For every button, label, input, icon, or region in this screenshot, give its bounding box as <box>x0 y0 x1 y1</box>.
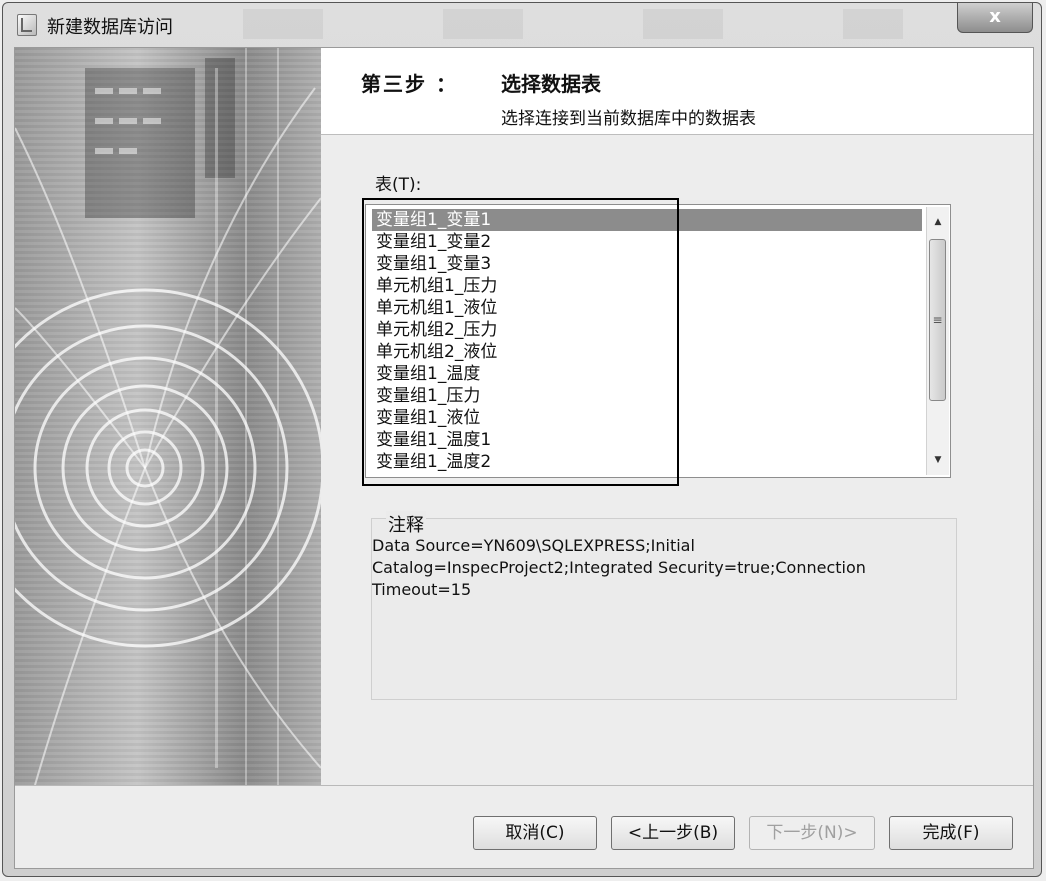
dialog-window: 新建数据库访问 x 第三步 ： 选择数据表 选择连接到当前数据库中的数据表 表(… <box>2 2 1042 877</box>
title-bar-background <box>203 9 903 39</box>
scroll-thumb[interactable]: ≡ <box>929 239 946 401</box>
step-title: 选择数据表 <box>501 72 601 96</box>
close-button[interactable]: x <box>957 3 1033 33</box>
finish-button[interactable]: 完成(F) <box>889 816 1013 850</box>
cancel-button[interactable]: 取消(C) <box>473 816 597 850</box>
title-bar[interactable]: 新建数据库访问 x <box>3 3 1041 47</box>
next-button[interactable]: 下一步(N)> <box>749 816 875 850</box>
wizard-banner-image <box>15 48 321 785</box>
scroll-down-arrow-icon[interactable]: ▼ <box>927 449 949 471</box>
scroll-up-arrow-icon[interactable]: ▲ <box>927 211 949 233</box>
dialog-client-area: 第三步 ： 选择数据表 选择连接到当前数据库中的数据表 表(T): 变量组1_变… <box>14 47 1034 869</box>
banner-graphic <box>15 48 321 785</box>
notes-title: 注释 <box>386 511 426 537</box>
previous-button[interactable]: <上一步(B) <box>611 816 735 850</box>
table-list-label: 表(T): <box>375 175 422 195</box>
listbox-scrollbar[interactable]: ▲ ≡ ▼ <box>926 207 949 475</box>
annotation-highlight-box <box>362 198 679 486</box>
footer-divider <box>15 785 1033 786</box>
app-icon <box>17 14 37 36</box>
wizard-header: 第三步 ： 选择数据表 选择连接到当前数据库中的数据表 <box>321 48 1033 135</box>
notes-text: Data Source=YN609\SQLEXPRESS;Initial Cat… <box>372 536 866 599</box>
notes-groupbox: 注释 Data Source=YN609\SQLEXPRESS;Initial … <box>371 511 957 700</box>
step-label: 第三步 ： <box>361 72 458 96</box>
window-title: 新建数据库访问 <box>47 17 173 38</box>
step-description: 选择连接到当前数据库中的数据表 <box>501 109 756 129</box>
